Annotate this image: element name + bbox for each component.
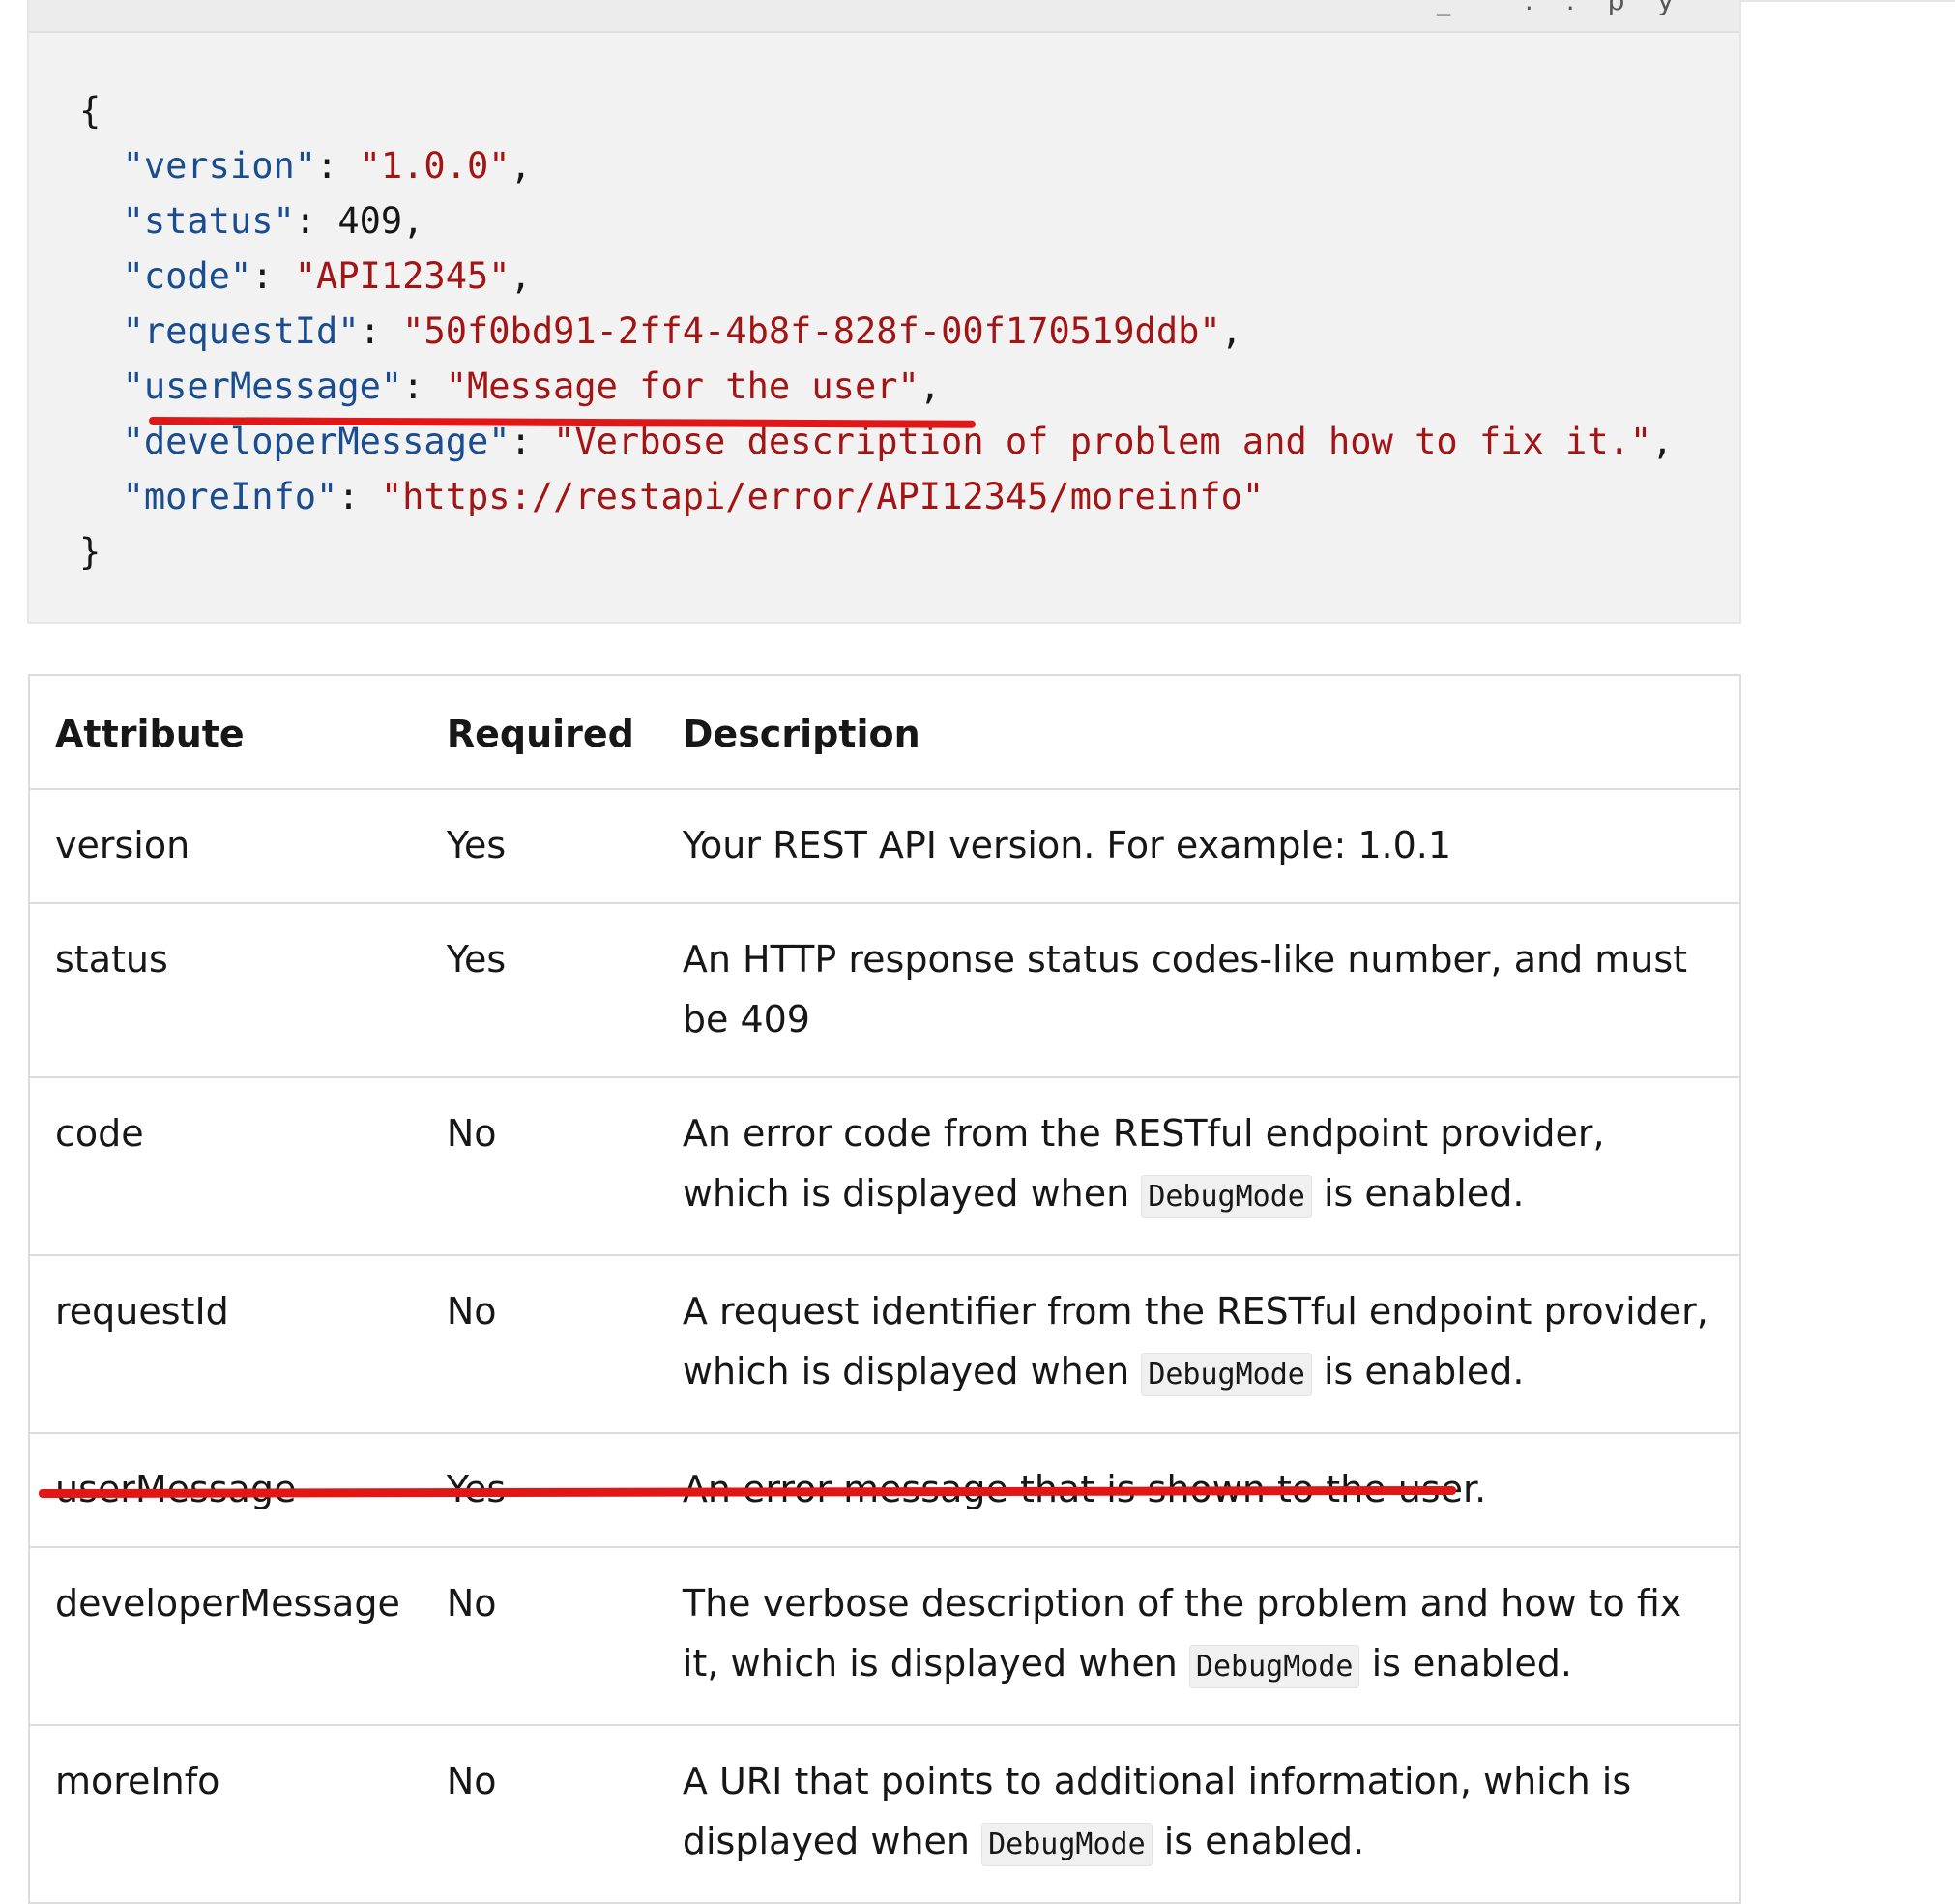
json-code-block: _ ..py { "version": "1.0.0", "status": 4… — [27, 0, 1741, 624]
table-row: moreInfo No A URI that points to additio… — [29, 1725, 1740, 1904]
json-key-status: "status" — [122, 200, 295, 242]
cell-required: Yes — [423, 789, 657, 904]
json-close-brace: } — [79, 531, 102, 572]
description-text: Your REST API version. For example: 1.0.… — [682, 824, 1452, 866]
inline-code-debugmode: DebugMode — [1141, 1175, 1312, 1218]
cell-required: No — [423, 1077, 657, 1256]
inline-code-debugmode: DebugMode — [981, 1823, 1153, 1866]
cell-attribute: code — [29, 1077, 423, 1256]
header-attribute: Attribute — [29, 675, 423, 790]
cell-required: No — [423, 1725, 657, 1904]
json-key-developermessage: "developerMessage" — [122, 421, 511, 462]
inline-code-debugmode: DebugMode — [1188, 1645, 1360, 1688]
json-key-requestid: "requestId" — [122, 310, 360, 352]
table-row: developerMessage No The verbose descript… — [29, 1547, 1740, 1726]
table-row: requestId No A request identifier from t… — [29, 1255, 1740, 1434]
json-value-code: "API12345" — [294, 255, 511, 297]
table-row: status Yes An HTTP response status codes… — [29, 903, 1740, 1078]
json-value-status: 409 — [337, 200, 403, 242]
description-text: is enabled. — [1311, 1172, 1525, 1215]
attributes-table: Attribute Required Description version Y… — [28, 674, 1741, 1904]
json-open-brace: { — [79, 90, 102, 132]
copy-button[interactable]: _ ..py — [1437, 0, 1707, 16]
inline-code-debugmode: DebugMode — [1141, 1353, 1312, 1396]
json-key-version: "version" — [122, 145, 317, 187]
description-text: is enabled. — [1152, 1820, 1365, 1862]
cell-attribute: version — [29, 789, 423, 904]
cell-description: A URI that points to additional informat… — [657, 1725, 1740, 1904]
cell-description: An error code from the RESTful endpoint … — [657, 1077, 1740, 1256]
cell-description: An HTTP response status codes-like numbe… — [657, 903, 1740, 1078]
description-text: is enabled. — [1311, 1350, 1525, 1392]
cell-attribute: requestId — [29, 1255, 423, 1434]
cell-attribute: moreInfo — [29, 1725, 423, 1904]
json-value-version: "1.0.0" — [359, 145, 511, 187]
json-key-usermessage: "userMessage" — [122, 366, 403, 407]
json-code: { "version": "1.0.0", "status": 409, "co… — [79, 90, 1674, 572]
code-block-header: _ ..py — [29, 0, 1739, 33]
header-required: Required — [423, 675, 657, 790]
table-header-row: Attribute Required Description — [29, 675, 1740, 790]
cell-required: Yes — [423, 903, 657, 1078]
cell-description: The verbose description of the problem a… — [657, 1547, 1740, 1726]
cell-required: No — [423, 1547, 657, 1726]
header-description: Description — [657, 675, 1740, 790]
description-text: is enabled. — [1359, 1642, 1573, 1684]
json-key-moreinfo: "moreInfo" — [122, 476, 338, 517]
cell-attribute: status — [29, 903, 423, 1078]
cell-required: No — [423, 1255, 657, 1434]
cell-attribute: developerMessage — [29, 1547, 423, 1726]
top-divider — [1740, 0, 1955, 2]
table-row: code No An error code from the RESTful e… — [29, 1077, 1740, 1256]
json-value-moreinfo: "https://restapi/error/API12345/moreinfo… — [380, 476, 1265, 517]
cell-description: Your REST API version. For example: 1.0.… — [657, 789, 1740, 904]
cell-description: A request identifier from the RESTful en… — [657, 1255, 1740, 1434]
json-value-requestid: "50f0bd91-2ff4-4b8f-828f-00f170519ddb" — [402, 310, 1221, 352]
description-text: An HTTP response status codes-like numbe… — [682, 938, 1688, 1040]
table-row: version Yes Your REST API version. For e… — [29, 789, 1740, 904]
json-key-code: "code" — [122, 255, 252, 297]
json-value-usermessage: "Message for the user" — [445, 366, 919, 407]
